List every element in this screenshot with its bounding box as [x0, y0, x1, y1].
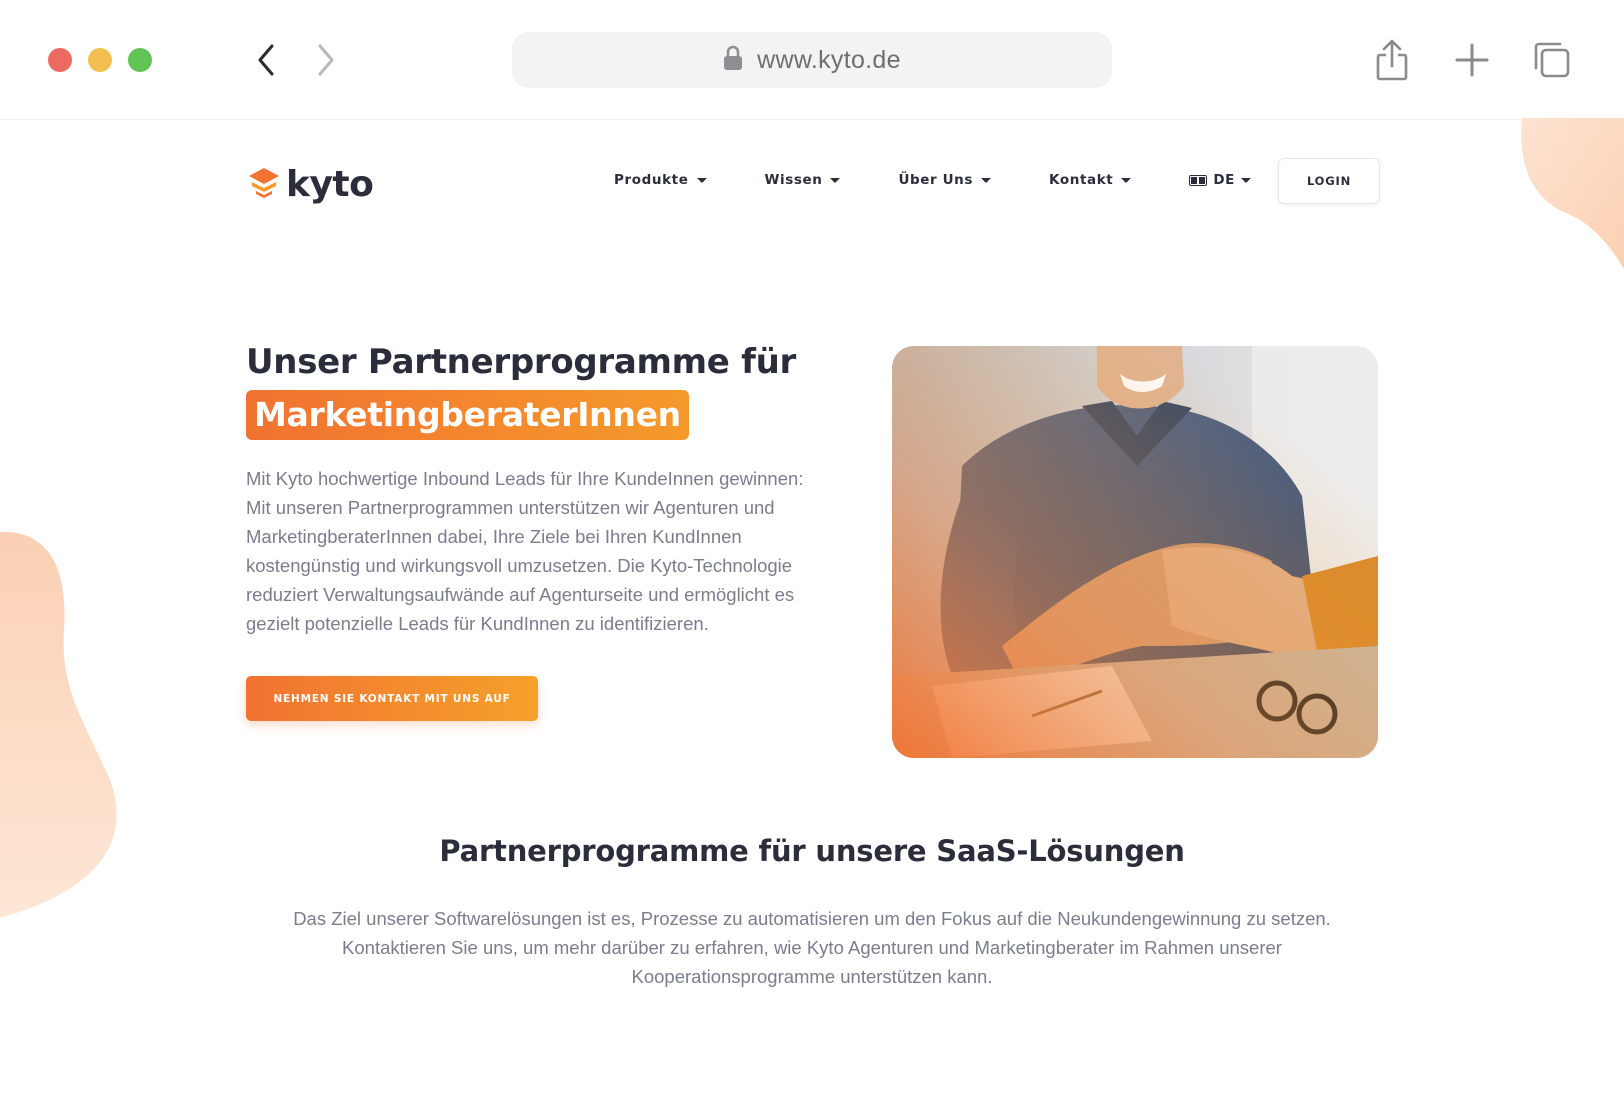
share-icon[interactable]: [1370, 38, 1414, 82]
caret-down-icon: [830, 177, 841, 183]
language-switcher[interactable]: DE: [1189, 172, 1251, 188]
page: www.kyto.de kyto Produkte Wissen Über Un…: [0, 0, 1624, 1120]
url-text: www.kyto.de: [757, 45, 901, 74]
browser-toolbar: www.kyto.de: [0, 0, 1624, 120]
language-label: DE: [1213, 172, 1235, 188]
caret-down-icon: [1240, 177, 1251, 183]
new-tab-icon[interactable]: [1450, 38, 1494, 82]
site-logo[interactable]: kyto: [246, 164, 374, 205]
caret-down-icon: [696, 177, 707, 183]
section-description: Das Ziel unserer Softwarelösungen ist es…: [293, 908, 1331, 987]
nav-item-kontakt[interactable]: Kontakt: [1049, 172, 1132, 188]
nav-label: Kontakt: [1049, 172, 1114, 188]
hero-description: Mit Kyto hochwertige Inbound Leads für I…: [246, 468, 804, 634]
forward-arrow-icon[interactable]: [306, 38, 346, 82]
caret-down-icon: [1121, 177, 1132, 183]
tabs-overview-icon[interactable]: [1530, 38, 1574, 82]
nav-item-ueber-uns[interactable]: Über Uns: [898, 172, 992, 188]
nav-label: Produkte: [614, 172, 689, 188]
section-title: Partnerprogramme für unsere SaaS-Lösunge…: [439, 834, 1185, 868]
address-bar[interactable]: www.kyto.de: [512, 32, 1112, 88]
decorative-blob-right: [1521, 118, 1624, 270]
translate-icon: [1189, 174, 1208, 186]
logo-stack-icon: [246, 166, 282, 204]
hero-title-line: Unser Partnerprogramme für: [246, 342, 796, 382]
nav-item-wissen[interactable]: Wissen: [765, 172, 841, 188]
nav-label: Über Uns: [898, 172, 974, 188]
main-navigation: Produkte Wissen Über Uns Kontakt DE: [614, 172, 1251, 188]
caret-down-icon: [981, 177, 992, 183]
nav-item-produkte[interactable]: Produkte: [614, 172, 707, 188]
contact-cta-button[interactable]: NEHMEN SIE KONTAKT MIT UNS AUF: [246, 676, 538, 721]
hero-title-highlight: MarketingberaterInnen: [246, 390, 689, 440]
hero-title: Unser Partnerprogramme für Marketingbera…: [246, 338, 846, 440]
hero-image-handshake: [892, 346, 1378, 758]
login-button[interactable]: LOGIN: [1278, 158, 1380, 204]
nav-label: Wissen: [764, 172, 823, 188]
lock-icon: [723, 45, 743, 75]
minimize-window-button[interactable]: [88, 48, 112, 72]
close-window-button[interactable]: [48, 48, 72, 72]
maximize-window-button[interactable]: [128, 48, 152, 72]
logo-wordmark: kyto: [286, 164, 374, 205]
back-arrow-icon[interactable]: [246, 38, 286, 82]
